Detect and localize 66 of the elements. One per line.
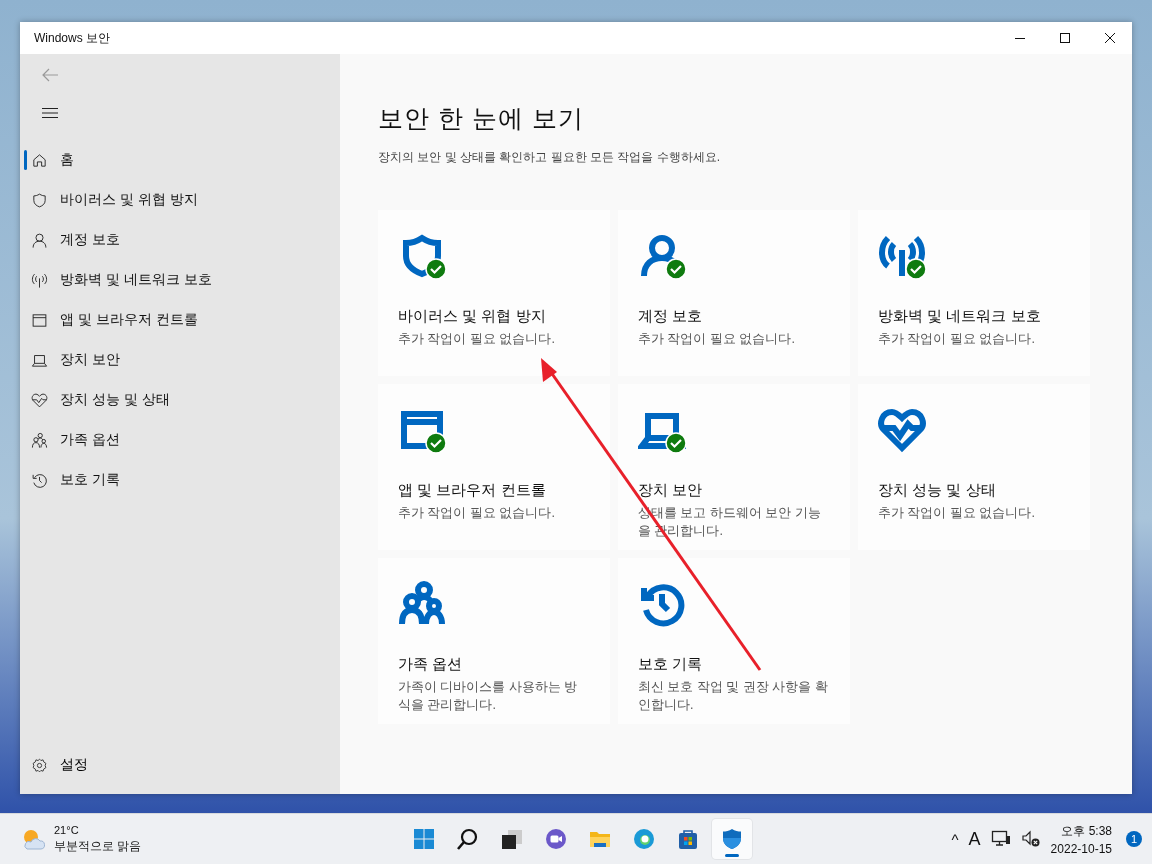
card-title: 계정 보호 — [638, 307, 704, 326]
running-indicator — [725, 854, 739, 857]
house-icon — [31, 151, 48, 169]
card-title: 장치 보안 — [638, 481, 704, 500]
back-arrow-icon — [41, 68, 59, 82]
card-title: 앱 및 브라우저 컨트롤 — [398, 481, 547, 500]
sidebar-item[interactable]: 가족 옵션 — [20, 420, 340, 460]
search-icon — [456, 827, 480, 851]
card-description: 추가 작업이 필요 없습니다. — [638, 331, 796, 348]
settings-icon — [31, 756, 48, 774]
card-title: 바이러스 및 위협 방지 — [398, 307, 547, 326]
video-chat-icon — [544, 827, 568, 851]
card-description: 추가 작업이 필요 없습니다. — [398, 331, 556, 348]
settings-item[interactable]: 설정 — [20, 750, 340, 780]
sidebar-item[interactable]: 장치 보안 — [20, 340, 340, 380]
shopping-bag-icon — [676, 827, 700, 851]
minimize-icon — [1014, 37, 1025, 39]
window-title: Windows 보안 — [33, 29, 111, 47]
heart-pulse-icon — [878, 406, 926, 454]
task-view-icon — [500, 827, 524, 851]
sidebar-item[interactable]: 방화벽 및 네트워크 보호 — [20, 260, 340, 300]
input-method-indicator[interactable]: A — [968, 828, 981, 850]
sidebar-item[interactable]: 장치 성능 및 상태 — [20, 380, 340, 420]
shield-icon — [31, 191, 48, 209]
muted-speaker-icon[interactable] — [1020, 830, 1041, 848]
status-card[interactable]: 바이러스 및 위협 방지 추가 작업이 필요 없습니다. — [378, 210, 610, 376]
shield-icon — [720, 827, 744, 851]
status-card[interactable]: 앱 및 브라우저 컨트롤 추가 작업이 필요 없습니다. — [378, 384, 610, 550]
browser-icon — [632, 827, 656, 851]
antenna-icon — [31, 271, 48, 289]
sidebar-item[interactable]: 홈 — [20, 140, 340, 180]
history-clock-icon — [31, 471, 48, 489]
status-card[interactable]: 장치 성능 및 상태 추가 작업이 필요 없습니다. — [858, 384, 1090, 550]
clock[interactable]: 오후 5:38 2022-10-15 — [1050, 822, 1112, 856]
windows-logo-icon — [412, 827, 436, 851]
card-title: 장치 성능 및 상태 — [878, 481, 997, 500]
card-title: 가족 옵션 — [398, 655, 464, 674]
network-icon[interactable] — [990, 830, 1011, 848]
weather-condition: 부분적으로 맑음 — [54, 837, 142, 855]
page-subtitle: 장치의 보안 및 상태를 확인하고 필요한 모든 작업을 수행하세요. — [378, 149, 721, 166]
card-description: 최신 보호 작업 및 권장 사항을 확인합니다. — [638, 679, 829, 714]
card-description: 추가 작업이 필요 없습니다. — [878, 331, 1036, 348]
status-card[interactable]: 방화벽 및 네트워크 보호 추가 작업이 필요 없습니다. — [858, 210, 1090, 376]
close-icon — [1104, 33, 1115, 43]
status-card[interactable]: 계정 보호 추가 작업이 필요 없습니다. — [618, 210, 850, 376]
notification-count[interactable]: 1 — [1126, 831, 1142, 847]
heart-pulse-icon — [31, 391, 48, 409]
people-icon — [31, 431, 48, 449]
card-title: 방화벽 및 네트워크 보호 — [878, 307, 1042, 326]
status-card[interactable]: 보호 기록 최신 보호 작업 및 권장 사항을 확인합니다. — [618, 558, 850, 724]
show-hidden-icons-button[interactable]: ^ — [951, 830, 959, 848]
sidebar-item[interactable]: 보호 기록 — [20, 460, 340, 500]
browser-window-icon — [31, 311, 48, 329]
menu-icon — [42, 107, 58, 119]
temperature: 21°C — [54, 823, 80, 836]
card-description: 추가 작업이 필요 없습니다. — [398, 505, 556, 522]
page-title: 보안 한 눈에 보기 — [378, 103, 585, 134]
card-description: 추가 작업이 필요 없습니다. — [878, 505, 1036, 522]
sidebar-item[interactable]: 앱 및 브라우저 컨트롤 — [20, 300, 340, 340]
sidebar-item[interactable]: 계정 보호 — [20, 220, 340, 260]
status-card[interactable]: 가족 옵션 가족이 디바이스를 사용하는 방식을 관리합니다. — [378, 558, 610, 724]
sidebar-item[interactable]: 바이러스 및 위협 방지 — [20, 180, 340, 220]
maximize-icon — [1059, 33, 1070, 43]
card-description: 가족이 디바이스를 사용하는 방식을 관리합니다. — [398, 679, 579, 714]
card-title: 보호 기록 — [638, 655, 704, 674]
person-icon — [31, 231, 48, 249]
